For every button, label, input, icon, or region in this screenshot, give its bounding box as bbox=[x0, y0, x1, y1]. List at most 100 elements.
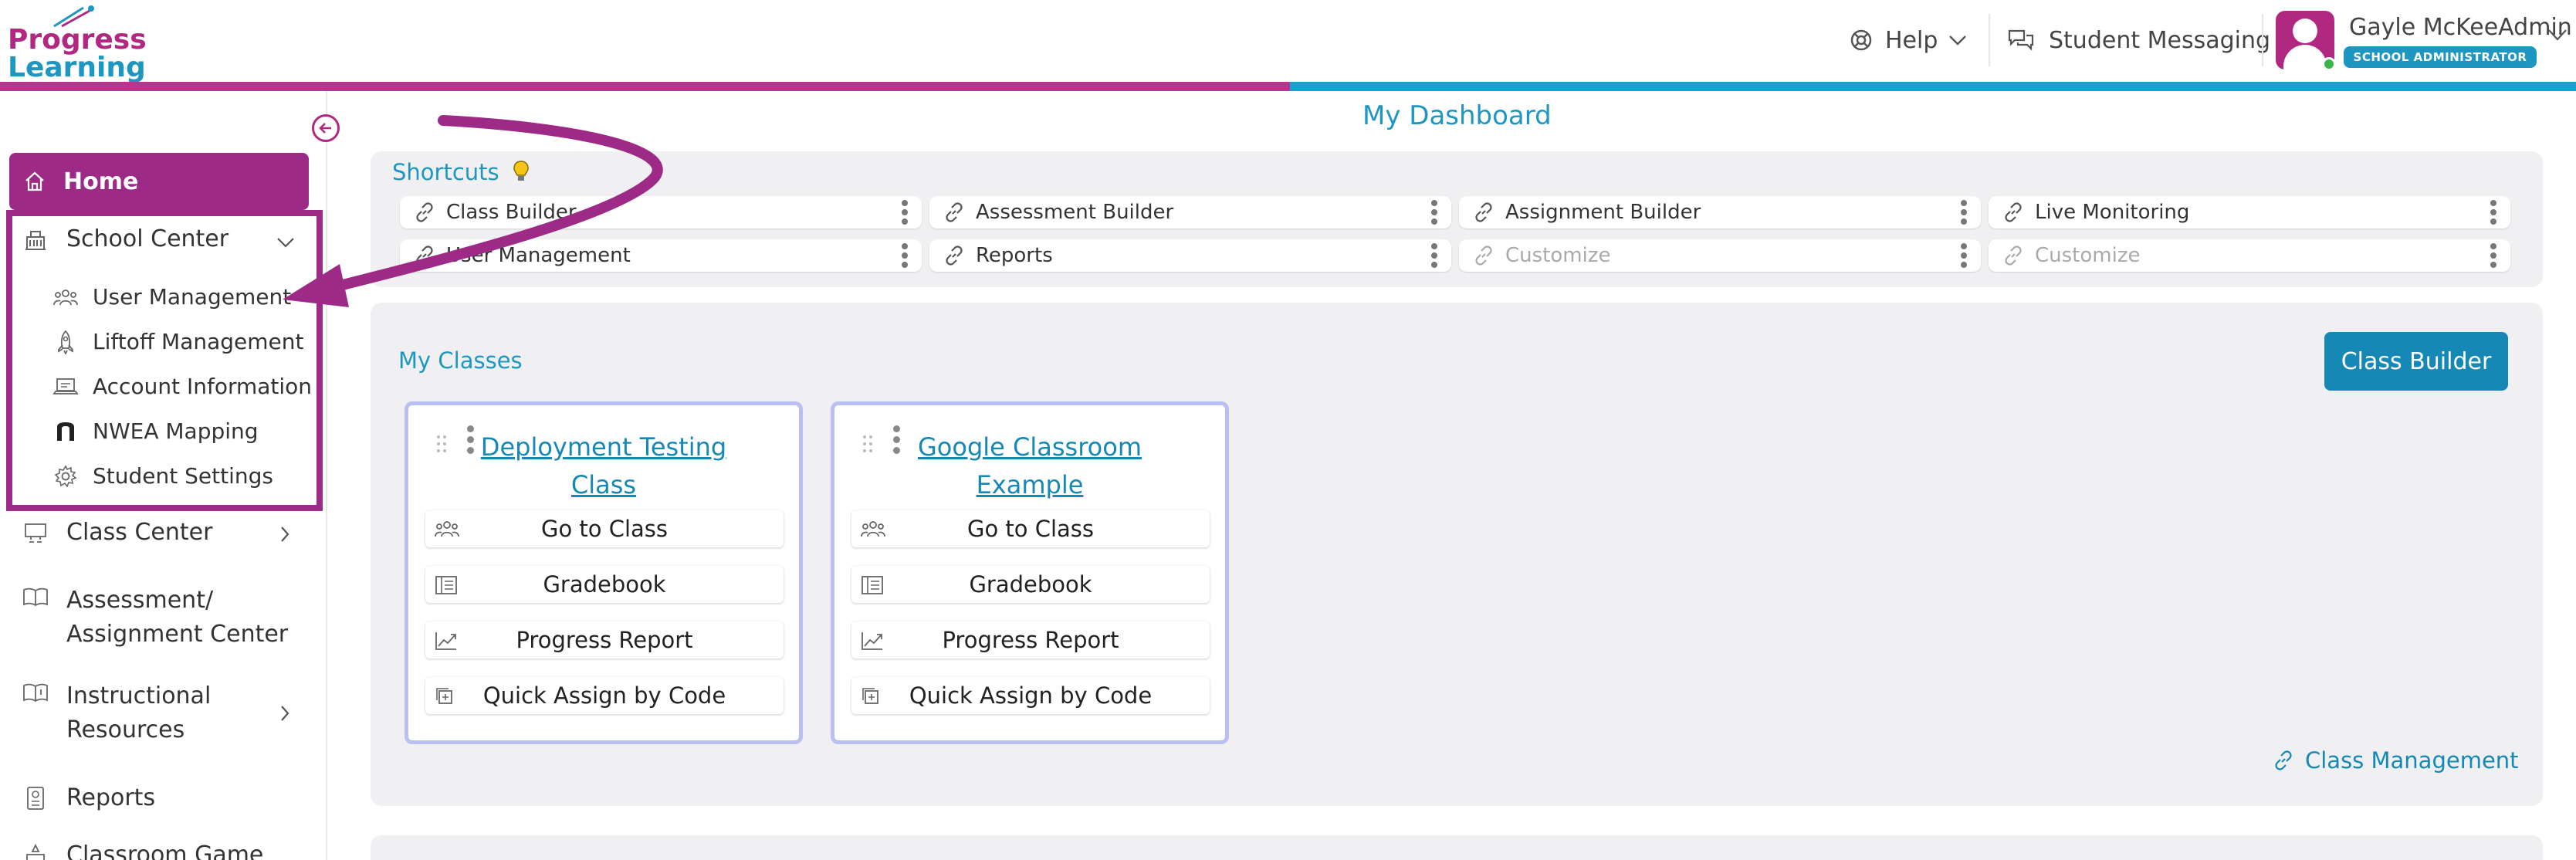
nwea-icon bbox=[52, 421, 79, 442]
online-status-dot bbox=[2322, 57, 2336, 71]
quick-assign-icon bbox=[435, 686, 455, 706]
arrow-left-icon bbox=[319, 123, 331, 134]
action-label: Quick Assign by Code bbox=[909, 682, 1153, 709]
sidebar-item-nwea-mapping[interactable]: NWEA Mapping bbox=[52, 418, 259, 444]
home-icon bbox=[23, 170, 46, 193]
shortcut-assignment-builder[interactable]: Assignment Builder bbox=[1459, 196, 1981, 229]
messaging-label: Student Messaging bbox=[2049, 26, 2271, 54]
link-icon bbox=[414, 245, 435, 266]
action-label: Gradebook bbox=[543, 571, 666, 598]
sidebar-item-school-center[interactable]: School Center bbox=[20, 225, 228, 252]
link-icon bbox=[1473, 201, 1494, 223]
shortcut-label: Customize bbox=[1505, 244, 1611, 267]
shortcut-label: Reports bbox=[976, 244, 1053, 267]
shortcut-live-monitoring[interactable]: Live Monitoring bbox=[1989, 196, 2510, 229]
kebab-menu-icon[interactable] bbox=[1961, 243, 1967, 268]
report-document-icon bbox=[20, 786, 51, 811]
class-title-line: Example bbox=[976, 470, 1084, 499]
sidebar-item-reports[interactable]: Reports bbox=[20, 784, 155, 811]
shortcut-class-builder[interactable]: Class Builder bbox=[400, 196, 922, 229]
page-title: My Dashboard bbox=[1362, 100, 1552, 131]
shortcut-label: Live Monitoring bbox=[2035, 201, 2190, 224]
header-accent-bar bbox=[1290, 82, 2576, 91]
shortcut-assessment-builder[interactable]: Assessment Builder bbox=[929, 196, 1451, 229]
class-builder-button[interactable]: Class Builder bbox=[2324, 332, 2508, 391]
kebab-menu-icon[interactable] bbox=[2490, 243, 2496, 268]
sidebar-item-label: Assessment/ bbox=[66, 587, 214, 614]
kebab-menu-icon[interactable] bbox=[902, 200, 908, 225]
users-icon bbox=[861, 520, 885, 538]
sidebar-item-student-settings[interactable]: Student Settings bbox=[52, 463, 273, 489]
sidebar-item-home[interactable]: Home bbox=[9, 153, 309, 210]
user-menu-chevron-icon[interactable] bbox=[2547, 28, 2568, 42]
sidebar-item-label: Reports bbox=[66, 784, 156, 811]
go-to-class-button[interactable]: Go to Class bbox=[851, 510, 1210, 547]
student-messaging-link[interactable]: Student Messaging bbox=[2007, 22, 2270, 59]
class-card: Google Classroom Example Go to Class Gra… bbox=[831, 401, 1229, 744]
shortcut-customize[interactable]: Customize bbox=[1989, 239, 2510, 272]
sidebar-item-assessment-center[interactable]: Assessment/ Assignment Center bbox=[20, 584, 288, 652]
action-label: Quick Assign by Code bbox=[482, 682, 726, 709]
action-label: Gradebook bbox=[969, 571, 1092, 598]
header-accent-bar bbox=[0, 82, 1290, 91]
shortcut-label: Assessment Builder bbox=[976, 201, 1174, 224]
sidebar-item-label: Assignment Center bbox=[66, 621, 289, 648]
progress-report-button[interactable]: Progress Report bbox=[425, 621, 784, 659]
sidebar-item-user-management[interactable]: User Management bbox=[52, 284, 291, 310]
gradebook-button[interactable]: Gradebook bbox=[851, 566, 1210, 603]
help-menu[interactable]: Help bbox=[1850, 22, 1967, 59]
lightbulb-icon bbox=[513, 161, 529, 181]
chevron-right-icon[interactable] bbox=[279, 525, 290, 543]
class-title-link[interactable]: Google Classroom Example bbox=[834, 428, 1225, 504]
sidebar-item-label: Liftoff Management bbox=[93, 329, 304, 354]
action-label: Progress Report bbox=[942, 627, 1119, 653]
link-icon bbox=[2273, 750, 2294, 771]
chevron-down-icon[interactable] bbox=[276, 236, 295, 249]
sidebar-item-label: Student Settings bbox=[93, 463, 273, 489]
classroom-board-icon bbox=[20, 522, 51, 543]
link-icon bbox=[2002, 201, 2024, 223]
collapse-sidebar-button[interactable] bbox=[312, 114, 340, 142]
kebab-menu-icon[interactable] bbox=[1961, 200, 1967, 225]
kebab-menu-icon[interactable] bbox=[1431, 200, 1437, 225]
sidebar-item-label: Home bbox=[63, 168, 139, 195]
users-icon bbox=[52, 288, 79, 306]
quick-assign-button[interactable]: Quick Assign by Code bbox=[851, 677, 1210, 714]
gradebook-icon bbox=[435, 575, 458, 595]
kebab-menu-icon[interactable] bbox=[2490, 200, 2496, 225]
user-name[interactable]: Gayle McKeeAdmin bbox=[2349, 14, 2572, 41]
sidebar-item-label: Account Information bbox=[93, 374, 313, 399]
chevron-right-icon[interactable] bbox=[279, 704, 290, 723]
link-icon bbox=[943, 201, 965, 223]
sidebar-item-class-center[interactable]: Class Center bbox=[20, 519, 212, 546]
link-icon bbox=[1473, 245, 1494, 266]
sidebar-item-label: Classroom Game bbox=[66, 841, 264, 860]
sidebar-item-label: Instructional bbox=[66, 682, 212, 709]
link-icon bbox=[943, 245, 965, 266]
sidebar-item-label: Resources bbox=[66, 716, 185, 743]
go-to-class-button[interactable]: Go to Class bbox=[425, 510, 784, 547]
sidebar-item-classroom-game[interactable]: Classroom Game bbox=[20, 841, 263, 860]
quick-assign-button[interactable]: Quick Assign by Code bbox=[425, 677, 784, 714]
gradebook-button[interactable]: Gradebook bbox=[425, 566, 784, 603]
class-management-link[interactable]: Class Management bbox=[2273, 747, 2519, 774]
sidebar-item-liftoff-management[interactable]: Liftoff Management bbox=[52, 329, 304, 354]
progress-learning-logo[interactable]: Progress Learning bbox=[8, 5, 147, 83]
chat-bubbles-icon bbox=[2008, 29, 2034, 51]
kebab-menu-icon[interactable] bbox=[1431, 243, 1437, 268]
my-classes-title: My Classes bbox=[398, 347, 523, 374]
class-title-link[interactable]: Deployment Testing Class bbox=[408, 428, 799, 504]
link-icon bbox=[414, 201, 435, 223]
kebab-menu-icon[interactable] bbox=[902, 243, 908, 268]
shortcut-reports[interactable]: Reports bbox=[929, 239, 1451, 272]
trend-chart-icon bbox=[435, 631, 458, 651]
role-badge: SCHOOL ADMINISTRATOR bbox=[2344, 46, 2537, 68]
progress-report-button[interactable]: Progress Report bbox=[851, 621, 1210, 659]
header-divider bbox=[2262, 14, 2263, 66]
shortcut-user-management[interactable]: User Management bbox=[400, 239, 922, 272]
sidebar-item-account-information[interactable]: Account Information bbox=[52, 374, 312, 399]
action-label: Go to Class bbox=[540, 516, 669, 542]
sidebar-item-instructional-resources[interactable]: Instructional Resources bbox=[20, 679, 211, 747]
shortcut-customize[interactable]: Customize bbox=[1459, 239, 1981, 272]
rocket-icon bbox=[52, 330, 79, 354]
